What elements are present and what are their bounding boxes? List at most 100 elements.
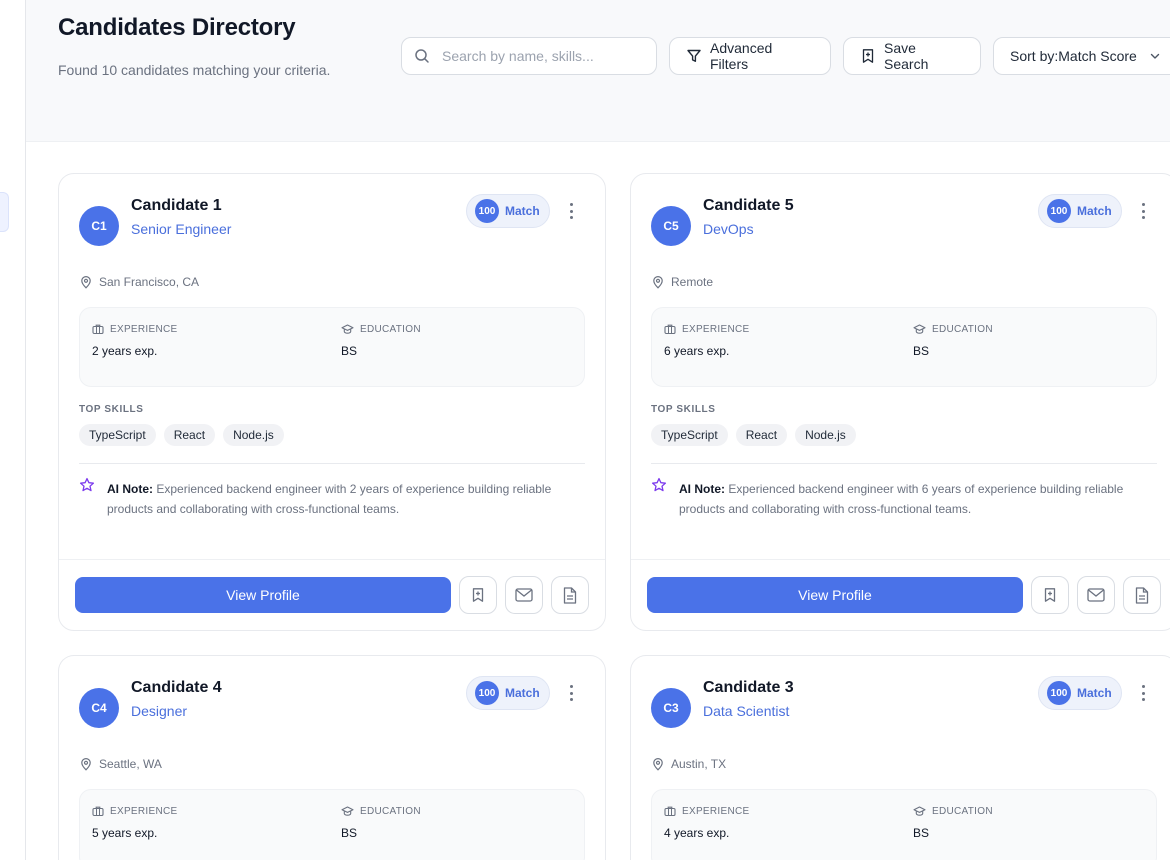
graduation-cap-icon xyxy=(913,323,926,335)
info-box: EXPERIENCE 6 years exp. EDUCATION BS xyxy=(651,307,1157,387)
education-value: BS xyxy=(341,344,358,358)
candidate-card: C5 Candidate 5 DevOps 100 Match Remote E… xyxy=(630,173,1170,631)
map-pin-icon xyxy=(79,275,93,289)
map-pin-icon xyxy=(651,275,665,289)
bookmark-button[interactable] xyxy=(459,576,497,614)
more-options-icon[interactable] xyxy=(1135,201,1151,221)
search-input[interactable] xyxy=(442,48,632,64)
sort-label: Sort by:Match Score xyxy=(1010,48,1137,64)
experience-value: 5 years exp. xyxy=(92,826,158,840)
avatar: C1 xyxy=(79,206,119,246)
divider xyxy=(79,463,585,464)
email-button[interactable] xyxy=(505,576,543,614)
bookmark-plus-icon xyxy=(1042,587,1058,603)
briefcase-icon xyxy=(92,323,104,335)
skills-list: TypeScript React Node.js xyxy=(651,424,856,446)
candidate-name[interactable]: Candidate 1 xyxy=(131,197,222,215)
info-box: EXPERIENCE 5 years exp. EDUCATION BS xyxy=(79,789,585,860)
view-profile-button[interactable]: View Profile xyxy=(75,577,451,613)
sidebar-active-item[interactable] xyxy=(0,192,9,232)
top-skills-title: TOP SKILLS xyxy=(651,404,716,415)
page-header: Candidates Directory Found 10 candidates… xyxy=(26,0,1170,142)
card-footer-divider xyxy=(59,559,605,560)
match-badge: 100 Match xyxy=(466,676,550,710)
graduation-cap-icon xyxy=(341,323,354,335)
candidate-name[interactable]: Candidate 5 xyxy=(703,197,794,215)
briefcase-icon xyxy=(92,805,104,817)
ai-note-text: Experienced backend engineer with 6 year… xyxy=(679,482,1124,516)
more-options-icon[interactable] xyxy=(563,683,579,703)
match-label: Match xyxy=(1077,204,1112,218)
education-label: EDUCATION xyxy=(932,805,993,817)
view-profile-button[interactable]: View Profile xyxy=(647,577,1023,613)
candidate-card: C1 Candidate 1 Senior Engineer 100 Match… xyxy=(58,173,606,631)
experience-label: EXPERIENCE xyxy=(110,323,178,335)
bookmark-plus-icon xyxy=(470,587,486,603)
more-options-icon[interactable] xyxy=(1135,683,1151,703)
results-count: Found 10 candidates matching your criter… xyxy=(58,62,331,78)
search-icon xyxy=(414,48,430,64)
skills-list: TypeScript React Node.js xyxy=(79,424,284,446)
education-label: EDUCATION xyxy=(360,323,421,335)
match-score: 100 xyxy=(475,681,499,705)
avatar: C4 xyxy=(79,688,119,728)
skill-chip: React xyxy=(735,424,788,446)
match-score: 100 xyxy=(475,199,499,223)
experience-label: EXPERIENCE xyxy=(682,323,750,335)
location: Austin, TX xyxy=(651,757,726,771)
location-text: Remote xyxy=(671,275,714,289)
skill-chip: Node.js xyxy=(223,424,284,446)
candidate-card: C3 Candidate 3 Data Scientist 100 Match … xyxy=(630,655,1170,860)
location-text: Seattle, WA xyxy=(99,757,162,771)
skill-chip: Node.js xyxy=(795,424,856,446)
ai-note: AI Note: Experienced backend engineer wi… xyxy=(651,477,1151,519)
candidate-role: Designer xyxy=(131,703,188,719)
avatar: C5 xyxy=(651,206,691,246)
avatar: C3 xyxy=(651,688,691,728)
ai-note: AI Note: Experienced backend engineer wi… xyxy=(79,477,579,519)
card-footer-divider xyxy=(631,559,1170,560)
advanced-filters-button[interactable]: Advanced Filters xyxy=(669,37,831,75)
skill-chip: TypeScript xyxy=(79,424,156,446)
document-icon xyxy=(1135,586,1149,604)
sort-select[interactable]: Sort by:Match Score xyxy=(993,37,1170,75)
document-icon xyxy=(563,586,577,604)
divider xyxy=(651,463,1157,464)
education-value: BS xyxy=(913,826,930,840)
education-value: BS xyxy=(913,344,930,358)
filter-icon xyxy=(686,48,702,64)
bookmark-button[interactable] xyxy=(1031,576,1069,614)
match-badge: 100 Match xyxy=(1038,194,1122,228)
ai-note-label: AI Note: xyxy=(679,482,725,496)
candidate-name[interactable]: Candidate 3 xyxy=(703,679,794,697)
save-search-button[interactable]: Save Search xyxy=(843,37,981,75)
ai-note-text: Experienced backend engineer with 2 year… xyxy=(107,482,552,516)
save-search-label: Save Search xyxy=(884,40,929,72)
skill-chip: TypeScript xyxy=(651,424,728,446)
match-score: 100 xyxy=(1047,199,1071,223)
map-pin-icon xyxy=(79,757,93,771)
chevron-down-icon xyxy=(1149,50,1161,62)
resume-button[interactable] xyxy=(1123,576,1161,614)
graduation-cap-icon xyxy=(913,805,926,817)
experience-value: 4 years exp. xyxy=(664,826,730,840)
email-button[interactable] xyxy=(1077,576,1115,614)
search-box[interactable] xyxy=(401,37,657,75)
match-label: Match xyxy=(505,686,540,700)
info-box: EXPERIENCE 2 years exp. EDUCATION BS xyxy=(79,307,585,387)
resume-button[interactable] xyxy=(551,576,589,614)
match-badge: 100 Match xyxy=(1038,676,1122,710)
experience-value: 2 years exp. xyxy=(92,344,158,358)
candidate-name[interactable]: Candidate 4 xyxy=(131,679,222,697)
candidate-role: Senior Engineer xyxy=(131,221,232,237)
mail-icon xyxy=(515,588,533,602)
education-label: EDUCATION xyxy=(932,323,993,335)
education-label: EDUCATION xyxy=(360,805,421,817)
more-options-icon[interactable] xyxy=(563,201,579,221)
top-skills-title: TOP SKILLS xyxy=(79,404,144,415)
mail-icon xyxy=(1087,588,1105,602)
briefcase-icon xyxy=(664,805,676,817)
briefcase-icon xyxy=(664,323,676,335)
location: San Francisco, CA xyxy=(79,275,199,289)
sidebar xyxy=(0,0,26,860)
